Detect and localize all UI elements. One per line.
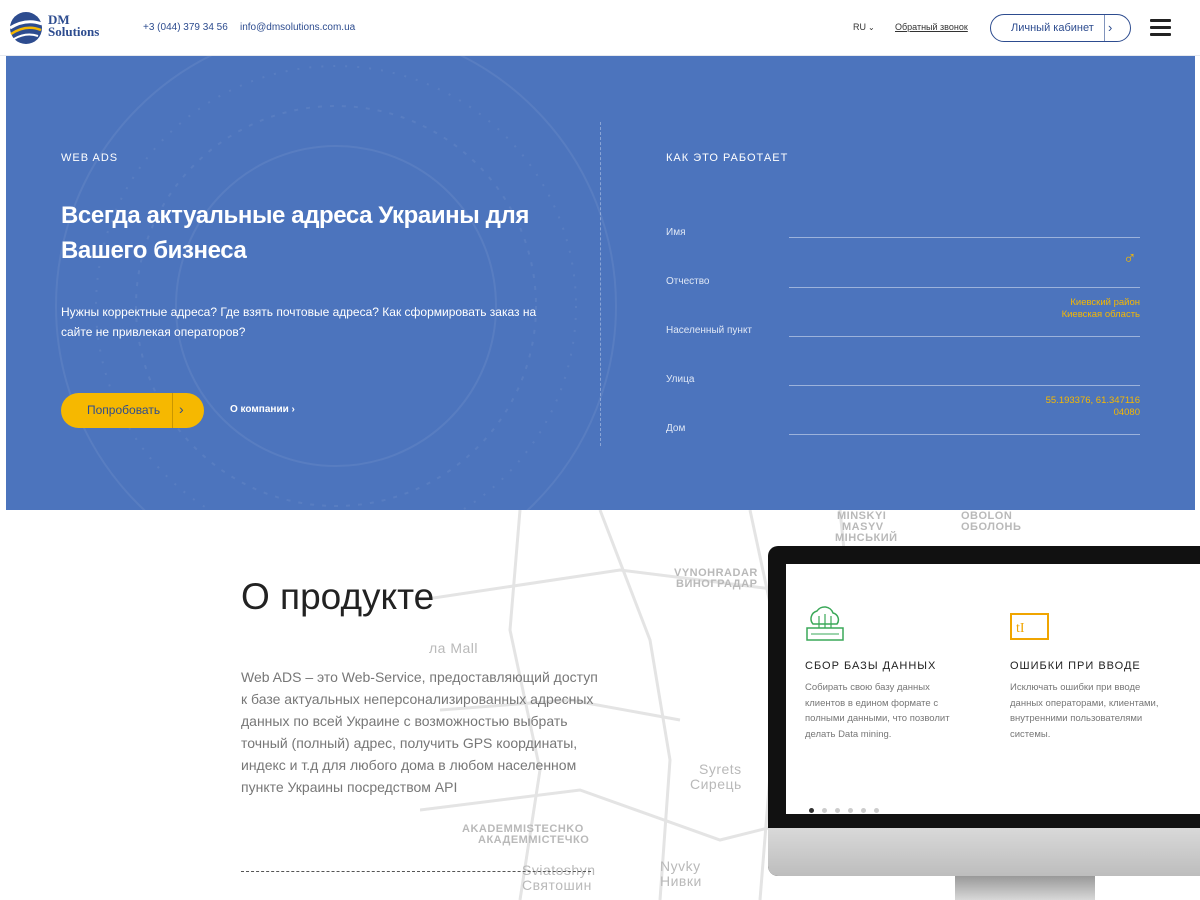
region-hint-district: Киевский район — [1070, 297, 1140, 308]
field-label-locality: Населенный пункт — [666, 325, 753, 336]
product-description: Web ADS – это Web-Service, предоставляющ… — [241, 669, 598, 795]
carousel-dot[interactable] — [835, 808, 840, 813]
globe-logo-icon — [9, 12, 43, 44]
svg-text:tI: tI — [1016, 621, 1025, 636]
carousel-dot[interactable] — [874, 808, 879, 813]
locality-field[interactable] — [789, 336, 1140, 337]
hero-title: Всегда актуальные адреса Украины для Ваш… — [61, 202, 529, 264]
map-label: Сирець — [690, 776, 742, 792]
hero-section: WEB ADS Всегда актуальные адреса Украины… — [6, 56, 1195, 510]
feature-carousel: СБОР БАЗЫ ДАННЫХ Собирать свою базу данн… — [786, 564, 1200, 814]
hamburger-menu-icon[interactable] — [1150, 19, 1172, 37]
phone-link[interactable]: +3 (044) 379 34 56 — [143, 22, 228, 33]
monitor-chin — [768, 828, 1200, 876]
carousel-dot[interactable] — [822, 808, 827, 813]
carousel-dot[interactable] — [809, 808, 814, 813]
street-field[interactable] — [789, 385, 1140, 386]
product-title: О продукте — [241, 576, 435, 617]
field-label-house: Дом — [666, 423, 686, 434]
map-label: АКАДЕММІСТЕЧКО — [478, 834, 590, 846]
map-label: Святошин — [522, 877, 592, 893]
region-hint: Киевский район Киевская область — [1062, 297, 1140, 321]
text-cursor-icon: tI — [1010, 613, 1049, 640]
how-it-works-title: КАК ЭТО РАБОТАЕТ — [666, 152, 789, 164]
about-company-label: О компании — [230, 404, 289, 415]
region-hint-oblast: Киевская область — [1061, 309, 1140, 320]
logo-line2: Solutions — [48, 24, 100, 39]
monitor-stand — [955, 876, 1095, 900]
hero-eyebrow: WEB ADS — [61, 152, 119, 164]
cabinet-button[interactable]: Личный кабинет › — [990, 14, 1131, 42]
callback-link[interactable]: Обратный звонок — [895, 22, 968, 32]
product-divider — [241, 871, 591, 872]
male-gender-icon: ♂ — [1123, 248, 1137, 268]
gps-hint-coords: 55.193376, 61.347116 — [1045, 395, 1140, 406]
field-label-patronymic: Отчество — [666, 276, 710, 287]
chevron-down-icon: ⌄ — [868, 23, 875, 32]
language-label: RU — [853, 22, 866, 32]
logo-text: DM Solutions — [48, 13, 100, 39]
chevron-right-icon: › — [1108, 20, 1113, 35]
hero-divider — [600, 122, 601, 446]
map-label: Syrets — [699, 761, 742, 777]
database-cloud-icon — [806, 606, 844, 641]
email-link[interactable]: info@dmsolutions.com.ua — [240, 22, 355, 33]
feature-text: Исключать ошибки при вводе данных операт… — [1010, 682, 1159, 740]
gps-hint-zip: 04080 — [1113, 407, 1140, 418]
map-label: МІНСЬКИЙ — [835, 532, 898, 544]
patronymic-field[interactable] — [789, 287, 1140, 288]
feature-text: Собирать свою базу данных клиентов в еди… — [805, 682, 950, 740]
hero-description: Нужны корректные адреса? Где взять почто… — [61, 305, 537, 339]
feature-title: ОШИБКИ ПРИ ВВОДЕ — [1010, 660, 1141, 672]
chevron-right-icon: › — [291, 404, 295, 415]
house-field[interactable] — [789, 434, 1140, 435]
map-label: Nyvky — [660, 858, 701, 874]
map-label: ОБОЛОНЬ — [961, 521, 1022, 533]
language-selector[interactable]: RU ⌄ — [853, 22, 875, 32]
try-button-divider — [172, 393, 173, 428]
logo[interactable]: DM Solutions — [8, 10, 118, 46]
field-label-name: Имя — [666, 227, 686, 238]
feature-title: СБОР БАЗЫ ДАННЫХ — [805, 660, 937, 672]
field-label-street: Улица — [666, 374, 695, 385]
try-button-label: Попробовать — [87, 403, 161, 417]
gps-hint: 55.193376, 61.347116 04080 — [1046, 395, 1140, 419]
chevron-right-icon: › — [179, 401, 184, 417]
try-button[interactable]: Попробовать › — [61, 393, 204, 428]
map-label: Sviatoshyn — [522, 862, 596, 878]
map-label: ВИНОГРАДАР — [676, 578, 758, 590]
cabinet-label: Личный кабинет — [1011, 22, 1094, 34]
site-header: DM Solutions +3 (044) 379 34 56 info@dms… — [0, 0, 1200, 56]
name-field[interactable] — [789, 237, 1140, 238]
map-label: Нивки — [660, 873, 702, 889]
carousel-dot[interactable] — [861, 808, 866, 813]
map-label: ла Mall — [429, 640, 479, 656]
about-company-link[interactable]: О компании › — [230, 404, 295, 415]
carousel-dot[interactable] — [848, 808, 853, 813]
monitor-mockup: СБОР БАЗЫ ДАННЫХ Собирать свою базу данн… — [768, 546, 1200, 876]
cabinet-divider — [1104, 15, 1105, 41]
